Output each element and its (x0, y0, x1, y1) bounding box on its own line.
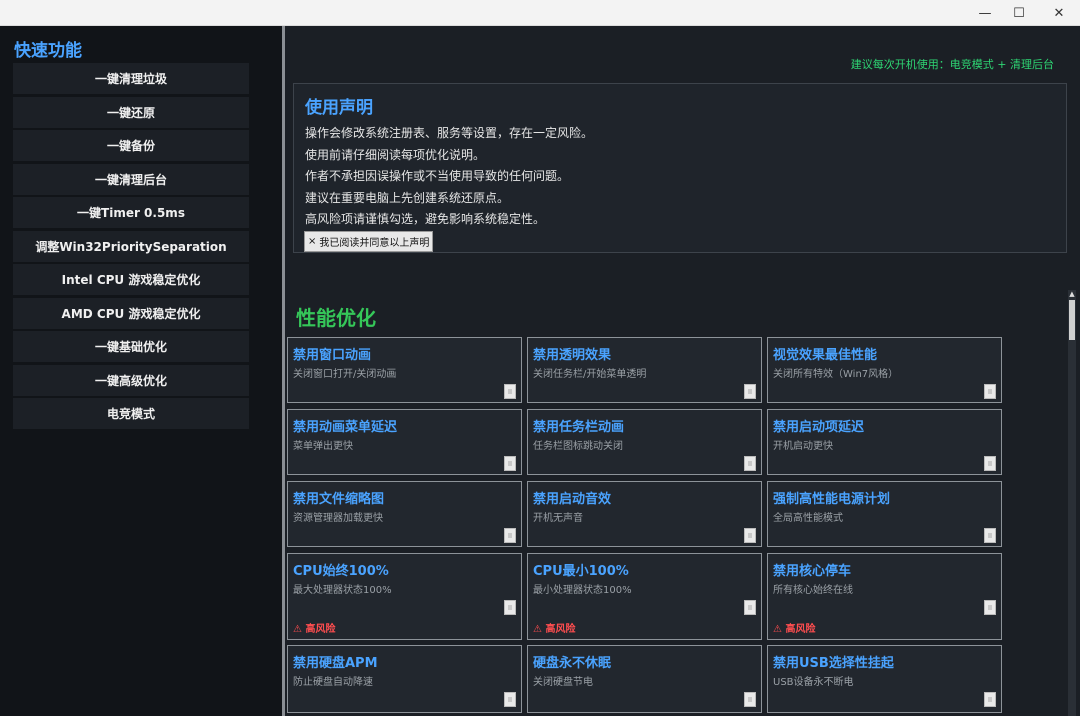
option-card[interactable]: 禁用动画菜单延迟 菜单弹出更快 (287, 409, 522, 475)
app-body: 快速功能 一键清理垃圾 一键还原 一键备份 一键清理后台 一键Timer 0.5… (0, 26, 1080, 716)
card-desc: 开机启动更快 (773, 441, 833, 452)
card-title: 禁用任务栏动画 (533, 420, 625, 435)
option-checkbox[interactable] (984, 600, 996, 615)
scroll-up-icon[interactable]: ▲ (1068, 290, 1076, 298)
amd-cpu-optimize-button[interactable]: AMD CPU 游戏稳定优化 (13, 298, 249, 329)
option-card[interactable]: CPU最小100% 最小处理器状态100% ⚠ 高风险 (527, 553, 762, 640)
usage-tip: 建议每次开机使用：电竞模式 + 清理后台 (850, 58, 1054, 71)
high-risk-badge: ⚠ 高风险 (293, 624, 336, 635)
esports-mode-button[interactable]: 电竞模式 (13, 398, 249, 429)
option-card[interactable]: 禁用文件缩略图 资源管理器加载更快 (287, 481, 522, 547)
section-title: 性能优化 (296, 306, 376, 330)
card-desc: 所有核心始终在线 (773, 585, 853, 596)
option-card[interactable]: 禁用任务栏动画 任务栏图标跳动关闭 (527, 409, 762, 475)
card-desc: 关闭窗口打开/关闭动画 (293, 369, 397, 380)
card-title: 禁用窗口动画 (293, 348, 372, 363)
disclaimer-line: 建议在重要电脑上先创建系统还原点。 (305, 191, 510, 205)
card-desc: 防止硬盘自动降速 (293, 677, 373, 688)
advanced-optimize-button[interactable]: 一键高级优化 (13, 365, 249, 396)
card-desc: USB设备永不断电 (773, 677, 854, 688)
card-desc: 关闭硬盘节电 (533, 677, 593, 688)
option-checkbox[interactable] (984, 692, 996, 707)
timer-button[interactable]: 一键Timer 0.5ms (13, 197, 249, 228)
disclaimer-line: 操作会修改系统注册表、服务等设置，存在一定风险。 (305, 126, 594, 140)
option-card[interactable]: 硬盘永不休眠 关闭硬盘节电 (527, 645, 762, 713)
card-title: 硬盘永不休眠 (533, 656, 612, 671)
checkbox-mark-icon: × (308, 236, 317, 247)
maximize-icon[interactable]: ☐ (1000, 0, 1038, 26)
option-card[interactable]: 视觉效果最佳性能 关闭所有特效（Win7风格） (767, 337, 1002, 403)
card-title: 禁用USB选择性挂起 (773, 656, 894, 671)
vertical-scrollbar[interactable]: ▲ (1068, 290, 1076, 716)
card-title: 视觉效果最佳性能 (773, 348, 878, 363)
backup-button[interactable]: 一键备份 (13, 130, 249, 161)
option-card[interactable]: 禁用核心停车 所有核心始终在线 ⚠ 高风险 (767, 553, 1002, 640)
option-card[interactable]: 禁用硬盘APM 防止硬盘自动降速 (287, 645, 522, 713)
disclaimer-line: 高风险项请谨慎勾选，避免影响系统稳定性。 (305, 212, 546, 226)
card-title: 禁用文件缩略图 (293, 492, 385, 507)
card-desc: 最大处理器状态100% (293, 585, 392, 596)
option-card[interactable]: 禁用启动项延迟 开机启动更快 (767, 409, 1002, 475)
priority-separation-button[interactable]: 调整Win32PrioritySeparation (13, 231, 249, 262)
sidebar-title: 快速功能 (14, 41, 82, 61)
option-checkbox[interactable] (744, 528, 756, 543)
card-desc: 菜单弹出更快 (293, 441, 353, 452)
close-icon[interactable]: ✕ (1040, 0, 1078, 26)
option-checkbox[interactable] (984, 384, 996, 399)
restore-button[interactable]: 一键还原 (13, 97, 249, 128)
option-checkbox[interactable] (504, 692, 516, 707)
sidebar: 快速功能 一键清理垃圾 一键还原 一键备份 一键清理后台 一键Timer 0.5… (0, 26, 282, 716)
option-card[interactable]: 禁用USB选择性挂起 USB设备永不断电 (767, 645, 1002, 713)
high-risk-badge: ⚠ 高风险 (533, 624, 576, 635)
clean-junk-button[interactable]: 一键清理垃圾 (13, 63, 249, 94)
card-title: 禁用启动音效 (533, 492, 612, 507)
option-card[interactable]: 禁用窗口动画 关闭窗口打开/关闭动画 (287, 337, 522, 403)
intel-cpu-optimize-button[interactable]: Intel CPU 游戏稳定优化 (13, 264, 249, 295)
card-desc: 任务栏图标跳动关闭 (533, 441, 623, 452)
card-title: CPU始终100% (293, 564, 389, 579)
card-desc: 关闭任务栏/开始菜单透明 (533, 369, 647, 380)
disclaimer-line: 使用前请仔细阅读每项优化说明。 (305, 148, 486, 162)
option-checkbox[interactable] (984, 456, 996, 471)
card-desc: 资源管理器加载更快 (293, 513, 383, 524)
option-checkbox[interactable] (744, 600, 756, 615)
option-checkbox[interactable] (744, 692, 756, 707)
option-checkbox[interactable] (504, 384, 516, 399)
disclaimer-line: 作者不承担因误操作或不当使用导致的任何问题。 (305, 169, 570, 183)
high-risk-badge: ⚠ 高风险 (773, 624, 816, 635)
disclaimer-panel: 使用声明 操作会修改系统注册表、服务等设置，存在一定风险。 使用前请仔细阅读每项… (293, 83, 1067, 253)
clean-background-button[interactable]: 一键清理后台 (13, 164, 249, 195)
card-title: CPU最小100% (533, 564, 629, 579)
basic-optimize-button[interactable]: 一键基础优化 (13, 331, 249, 362)
option-checkbox[interactable] (744, 456, 756, 471)
option-checkbox[interactable] (504, 456, 516, 471)
disclaimer-title: 使用声明 (305, 98, 373, 118)
option-card[interactable]: 禁用透明效果 关闭任务栏/开始菜单透明 (527, 337, 762, 403)
card-title: 禁用核心停车 (773, 564, 852, 579)
option-card[interactable]: 禁用启动音效 开机无声音 (527, 481, 762, 547)
option-card[interactable]: CPU始终100% 最大处理器状态100% ⚠ 高风险 (287, 553, 522, 640)
scroll-thumb[interactable] (1069, 300, 1075, 340)
card-title: 禁用启动项延迟 (773, 420, 865, 435)
option-checkbox[interactable] (984, 528, 996, 543)
agree-label: 我已阅读并同意以上声明 (319, 238, 430, 249)
option-card[interactable]: 强制高性能电源计划 全局高性能模式 (767, 481, 1002, 547)
card-desc: 最小处理器状态100% (533, 585, 632, 596)
minimize-icon[interactable]: — (966, 0, 1004, 26)
option-checkbox[interactable] (744, 384, 756, 399)
agree-checkbox[interactable]: × 我已阅读并同意以上声明 (304, 231, 434, 252)
card-title: 禁用硬盘APM (293, 656, 378, 671)
card-desc: 全局高性能模式 (773, 513, 843, 524)
option-checkbox[interactable] (504, 528, 516, 543)
card-title: 强制高性能电源计划 (773, 492, 891, 507)
card-desc: 关闭所有特效（Win7风格） (773, 369, 899, 380)
card-title: 禁用透明效果 (533, 348, 612, 363)
sidebar-divider[interactable] (282, 26, 285, 716)
title-bar: — ☐ ✕ (0, 0, 1080, 26)
card-desc: 开机无声音 (533, 513, 583, 524)
card-title: 禁用动画菜单延迟 (293, 420, 398, 435)
option-checkbox[interactable] (504, 600, 516, 615)
